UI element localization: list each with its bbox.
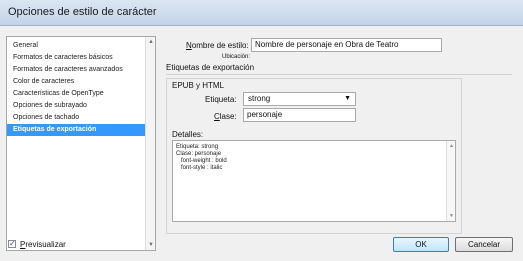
category-advanced-formats[interactable]: Formatos de caracteres avanzados [7, 64, 145, 76]
tag-label: Etiqueta: [205, 95, 237, 104]
details-box[interactable]: Etiqueta: strong Clase: personaje font-w… [172, 140, 456, 222]
section-divider [166, 74, 512, 75]
category-character-color[interactable]: Color de caracteres [7, 76, 145, 88]
style-name-input[interactable]: Nombre de personaje en Obra de Teatro [251, 38, 442, 52]
preview-checkbox[interactable]: ✓ [8, 240, 16, 248]
tag-select[interactable]: strong ▼ [243, 92, 356, 106]
category-basic-formats[interactable]: Formatos de caracteres básicos [7, 52, 145, 64]
class-label: Clase: [214, 112, 237, 121]
category-underline[interactable]: Opciones de subrayado [7, 100, 145, 112]
section-title: Etiquetas de exportación [166, 63, 255, 72]
scroll-down-icon[interactable]: ▼ [449, 213, 454, 219]
scroll-down-icon[interactable]: ▼ [148, 242, 154, 248]
details-scrollbar[interactable]: ▲ ▼ [446, 141, 455, 221]
details-line: Clase: personaje [176, 151, 222, 157]
class-input[interactable]: personaje [243, 108, 356, 122]
preview-label: Previsualizar [20, 240, 66, 249]
category-export-tags[interactable]: Etiquetas de exportación [7, 124, 145, 136]
ok-button[interactable]: OK [393, 237, 449, 252]
cancel-button[interactable]: Cancelar [455, 237, 513, 252]
title-bar: Opciones de estilo de carácter [0, 0, 523, 26]
category-list-scrollbar[interactable]: ▲ ▼ [145, 37, 155, 250]
category-strikethrough[interactable]: Opciones de tachado [7, 112, 145, 124]
chevron-down-icon: ▼ [344, 95, 351, 102]
details-line: Etiqueta: strong [176, 144, 219, 150]
style-name-label: Nombre de estilo: [186, 41, 249, 50]
dialog-body: General Formatos de caracteres básicos F… [0, 26, 523, 261]
category-general[interactable]: General [7, 40, 145, 52]
window-title: Opciones de estilo de carácter [8, 6, 157, 18]
group-title: EPUB y HTML [172, 81, 225, 90]
scroll-up-icon[interactable]: ▲ [148, 39, 154, 45]
details-label: Detalles: [172, 130, 204, 139]
details-line: font-weight : bold [176, 158, 227, 164]
category-list[interactable]: General Formatos de caracteres básicos F… [6, 36, 156, 251]
tag-select-value: strong [248, 94, 271, 103]
category-list-items: General Formatos de caracteres básicos F… [7, 40, 145, 136]
details-line: font-style : italic [176, 165, 223, 171]
scroll-up-icon[interactable]: ▲ [449, 143, 454, 149]
location-label: Ubicación: [222, 54, 251, 60]
category-opentype[interactable]: Características de OpenType [7, 88, 145, 100]
